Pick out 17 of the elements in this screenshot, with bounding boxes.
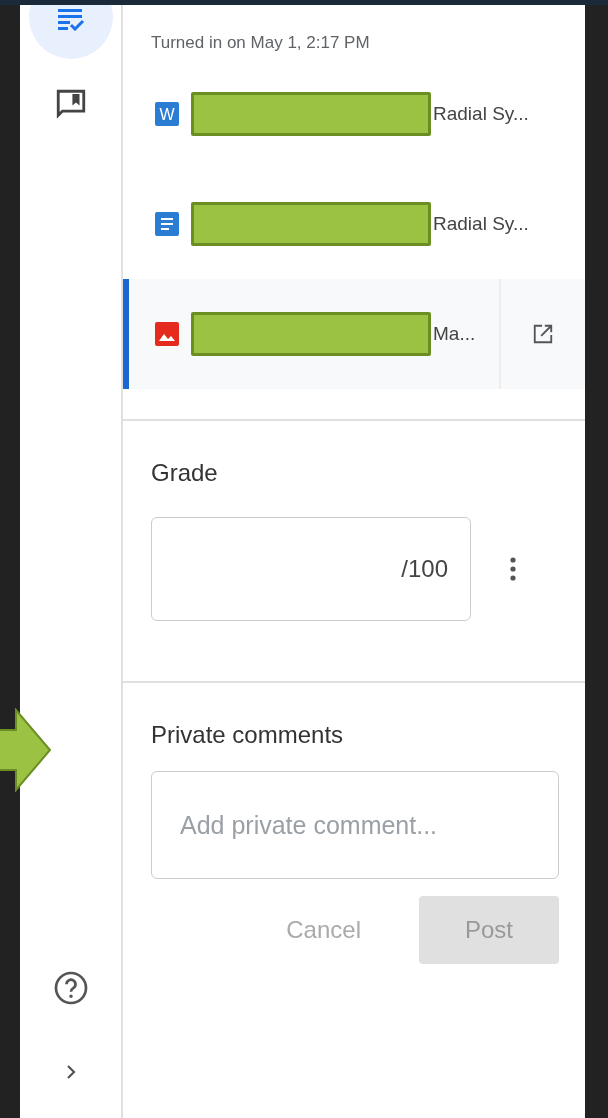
private-comments-label: Private comments	[151, 721, 345, 749]
open-in-new-icon[interactable]	[532, 323, 554, 345]
comment-field[interactable]: Add private comment...	[151, 771, 559, 879]
image-file-icon	[155, 322, 179, 346]
document-file-icon	[155, 212, 179, 236]
word-file-icon: W	[155, 102, 179, 126]
grade-label: Grade	[151, 459, 219, 487]
file-name: Radial Sy...	[433, 103, 529, 125]
grade-field[interactable]: /100	[151, 517, 471, 621]
file-name: Ma...	[433, 323, 476, 345]
file-name: Radial Sy...	[433, 213, 529, 235]
turned-in-text: Turned in on May 1, 2:17 PM	[150, 32, 371, 54]
attachment-item[interactable]: W Radial Sy...	[123, 59, 585, 169]
more-options-icon[interactable]	[509, 556, 517, 582]
attachment-item[interactable]: Ma...	[123, 279, 585, 389]
help-icon[interactable]	[52, 970, 89, 1006]
attachment-item[interactable]: Radial Sy...	[123, 169, 585, 279]
